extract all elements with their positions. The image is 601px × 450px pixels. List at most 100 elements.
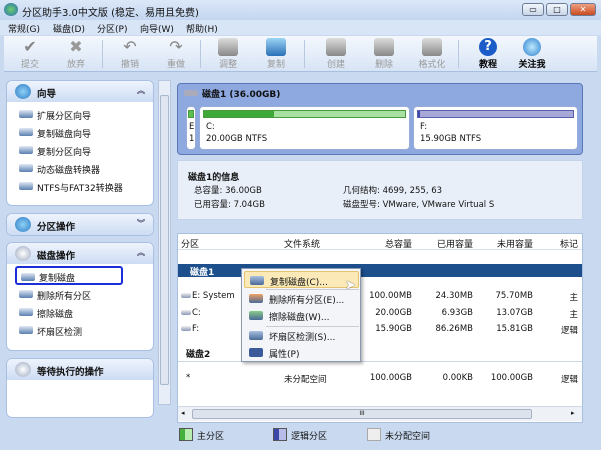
col-total[interactable]: 总容量 [348,237,412,250]
window-title: 分区助手3.0中文版 (稳定、易用且免费) [22,8,199,19]
tutorial-button[interactable]: ? 教程 [468,38,508,70]
partition-block-e[interactable]: E 1 [186,106,196,150]
copy-disk-icon [19,128,33,136]
horizontal-scrollbar[interactable]: ◂ III ▸ [178,406,582,421]
partition-ops-panel: 分区操作 ︾ [6,213,154,236]
collapse-icon[interactable]: ︽ [137,247,145,258]
disk2-label[interactable]: 磁盘2 [186,347,210,360]
partition-block-f[interactable]: F: 15.90GB NTFS [413,106,578,150]
disk1-row[interactable]: 磁盘1 [178,264,582,278]
wizard-header[interactable]: 向导 ︽ [7,81,153,102]
format-button[interactable]: 格式化 [412,38,452,70]
resize-button[interactable]: 调整 [208,38,248,70]
undo-icon: ↶ [123,37,137,56]
help-icon: ? [479,38,497,56]
pending-ops-header[interactable]: 等待执行的操作 [7,359,153,380]
commit-button[interactable]: ✔ 提交 [10,38,50,71]
col-used[interactable]: 已用容量 [418,237,473,250]
sidebar-item-delete-all-partitions[interactable]: 删除所有分区 [7,285,153,303]
col-free[interactable]: 未用容量 [478,237,533,250]
sidebar-item-copy-disk-wizard[interactable]: 复制磁盘向导 [7,123,153,141]
menu-item-wipe-disk[interactable]: 擦除磁盘(W)... [244,307,359,324]
table-cell: 6.93GB [441,307,473,318]
menu-disk[interactable]: 磁盘(D) [53,22,85,35]
menu-wizard[interactable]: 向导(W) [140,22,174,35]
menu-item-properties[interactable]: 属性(P) [244,344,359,361]
menu-general[interactable]: 常规(G) [8,22,40,35]
total-capacity: 总容量: 36.00GB [194,186,262,196]
create-button[interactable]: 创建 [316,38,356,70]
legend-unallocated: 未分配空间 [385,432,431,442]
redo-button[interactable]: ↷ 重做 [156,38,196,71]
scroll-left-icon[interactable]: ◂ [181,409,185,417]
title-bar: 分区助手3.0中文版 (稳定、易用且免费) ▭ □ ✕ [0,0,601,20]
extend-icon [19,110,33,118]
table-row[interactable]: E: System 100.00MB 24.30MB 75.70MB 主 [178,289,582,304]
table-cell: 未分配空间 [284,375,327,385]
disk-ops-panel: 磁盘操作 ︽ 复制磁盘 删除所有分区 擦除磁盘 坏扇区检测 [6,242,154,351]
sidebar-item-copy-partition-wizard[interactable]: 复制分区向导 [7,141,153,159]
sidebar-scrollbar[interactable] [158,80,171,405]
disk-icon [184,90,198,96]
menu-help[interactable]: 帮助(H) [186,22,218,35]
disk-create-icon [326,38,346,56]
table-cell: 100.00GB [490,373,533,383]
menu-item-copy-disk[interactable]: 复制磁盘(C)... [244,271,359,288]
minimize-button[interactable]: ▭ [522,3,544,16]
table-row[interactable]: C: 20.00GB 6.93GB 13.07GB 主 [178,306,582,321]
disk-ops-header[interactable]: 磁盘操作 ︽ [7,243,153,264]
table-cell: C: [192,307,201,318]
table-cell: 逻辑 [560,375,578,385]
discard-button[interactable]: ✖ 放弃 [56,38,96,71]
scroll-thumb[interactable]: III [192,409,532,419]
delete-partitions-icon [249,294,263,303]
expand-icon[interactable]: ︾ [137,218,145,229]
sidebar-item-ntfs-fat32-converter[interactable]: NTFS与FAT32转换器 [7,177,153,195]
copy-partition-icon [19,146,33,154]
disk-delete-icon [374,38,394,56]
drive-icon [181,326,191,331]
properties-icon [249,348,263,357]
menu-bar: 常规(G) 磁盘(D) 分区(P) 向导(W) 帮助(H) [0,20,601,35]
pending-icon [15,362,31,377]
table-cell: * [186,373,191,383]
scroll-right-icon[interactable]: ▸ [571,409,575,417]
table-cell: F: [192,324,200,334]
table-cell: 15.81GB [496,324,533,334]
col-flag[interactable]: 标记 [538,237,578,250]
usage-bar [417,110,574,118]
gear-icon [15,246,31,261]
sidebar-item-extend-partition-wizard[interactable]: 扩展分区向导 [7,105,153,123]
partition-ops-header[interactable]: 分区操作 ︾ [7,214,153,235]
undo-button[interactable]: ↶ 撤销 [110,37,150,71]
menu-partition[interactable]: 分区(P) [97,22,127,35]
delete-partitions-icon [19,290,33,298]
scroll-thumb[interactable] [160,95,169,385]
maximize-button[interactable]: □ [546,3,568,16]
table-row[interactable]: F: 15.90GB 86.26MB 15.81GB 逻辑 [178,322,582,337]
table-row[interactable]: * 未分配空间 100.00GB 0.00KB 100.00GB 逻辑 [178,371,582,386]
disk-map-title: 磁盘1 (36.00GB) [202,90,281,100]
table-cell: 逻辑 [560,326,578,336]
app-icon [4,3,18,16]
menu-item-delete-all-partitions[interactable]: 删除所有分区(E)... [244,290,359,307]
table-cell: 24.30MB [435,291,474,301]
partition-block-c[interactable]: C: 20.00GB NTFS [199,106,410,150]
collapse-icon[interactable]: ︽ [137,85,145,96]
drive-icon [181,309,191,315]
sidebar-item-copy-disk[interactable]: 复制磁盘 [15,266,123,285]
sidebar-item-wipe-disk[interactable]: 擦除磁盘 [7,303,153,321]
follow-button[interactable]: 关注我 [512,38,552,70]
toolbar: ✔ 提交 ✖ 放弃 ↶ 撤销 ↷ 重做 调整 复制 创建 删除 格式化 ? 教程 关注我 [4,36,597,72]
copy-button[interactable]: 复制 [256,38,296,70]
table-cell: 86.26MB [435,324,474,334]
col-filesystem[interactable]: 文件系统 [284,237,320,250]
legend-primary: 主分区 [197,432,225,442]
unallocated-swatch [367,428,381,441]
close-button[interactable]: ✕ [570,3,596,16]
delete-button[interactable]: 删除 [364,38,404,70]
sidebar-item-bad-sector-check[interactable]: 坏扇区检测 [7,321,153,339]
sidebar-item-dynamic-disk-converter[interactable]: 动态磁盘转换器 [7,159,153,177]
col-partition[interactable]: 分区 [181,237,199,250]
menu-item-bad-sector-check[interactable]: 坏扇区检测(S)... [244,327,359,344]
